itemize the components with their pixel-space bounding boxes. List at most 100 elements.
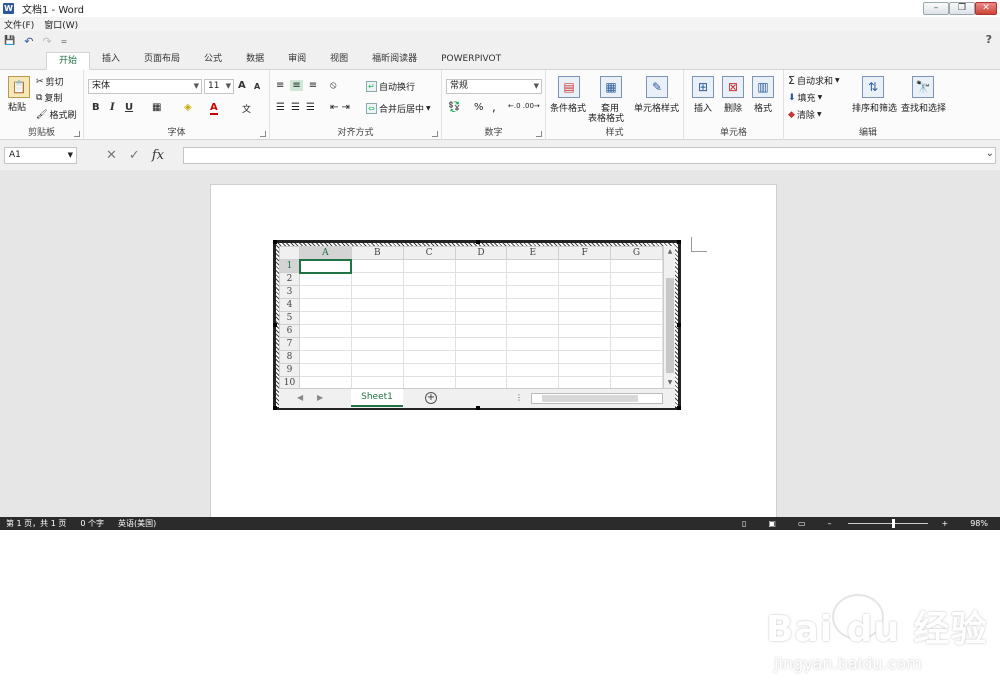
cell[interactable] [506,272,560,286]
web-layout-icon[interactable]: ▭ [798,519,806,528]
insert-cells-icon[interactable]: ⊞ [692,76,714,98]
language-indicator[interactable]: 英语(美国) [118,518,156,529]
column-header[interactable]: F [558,246,612,260]
insert-function-icon[interactable]: fx [152,148,164,163]
cell[interactable] [506,324,560,338]
cell[interactable] [402,272,456,286]
cell[interactable] [299,337,352,351]
cell[interactable] [506,337,560,351]
cell[interactable] [610,272,663,286]
cell[interactable] [299,324,352,338]
name-box[interactable]: A1 ▼ [4,147,77,164]
cell[interactable] [558,337,612,351]
orientation-icon[interactable]: ⦸ [330,80,337,91]
read-mode-icon[interactable]: ▯ [742,519,746,528]
cell-styles-button[interactable]: 单元格样式 [634,101,679,114]
decimal-icons[interactable]: ←.0 .00→ [508,102,540,110]
save-icon[interactable]: 💾 [4,36,15,46]
column-header[interactable]: G [610,246,663,260]
resize-handle[interactable] [273,240,277,244]
cell[interactable] [558,350,612,364]
font-size-select[interactable]: 11 ▼ [204,79,234,94]
cell[interactable] [610,311,663,325]
word-count[interactable]: 0 个字 [80,518,104,529]
number-launcher-icon[interactable] [536,131,542,137]
sort-filter-button[interactable]: 排序和筛选 [852,101,897,114]
resize-handle[interactable] [476,406,480,410]
autosum-button[interactable]: Σ 自动求和 ▼ [788,74,840,87]
row-header[interactable]: 9 [279,363,300,377]
column-header[interactable]: B [350,246,404,260]
cell[interactable] [610,350,663,364]
find-select-button[interactable]: 查找和选择 [901,101,946,114]
row-header[interactable]: 5 [279,311,300,325]
shrink-font-button[interactable]: A [254,82,260,91]
cell[interactable] [402,285,456,299]
zoom-in-button[interactable]: + [942,519,949,528]
alignment-launcher-icon[interactable] [432,131,438,137]
cell[interactable] [506,311,560,325]
phonetic-icon[interactable]: 文 [242,102,251,115]
cell[interactable] [506,259,560,273]
tab-formulas[interactable]: 公式 [192,51,234,69]
customize-qat-icon[interactable]: = [61,37,68,46]
row-header[interactable]: 7 [279,337,300,351]
close-button[interactable]: ✕ [975,2,997,15]
table-format-label-2[interactable]: 表格格式 [588,111,624,124]
embedded-worksheet[interactable]: A B C D E F G 1 2 3 4 5 6 7 8 9 10 ▲ ▼ ◀… [273,240,681,410]
cell[interactable] [610,298,663,312]
cell[interactable] [402,363,456,377]
select-all-corner[interactable] [279,246,300,260]
tab-review[interactable]: 审阅 [276,51,318,69]
prev-sheet-icon[interactable]: ◀ [297,393,303,402]
horizontal-scrollbar[interactable] [531,393,663,404]
tab-data[interactable]: 数据 [234,51,276,69]
redo-icon[interactable]: ↷ [42,35,51,48]
horizontal-align-icons[interactable]: ☰ ☰ ☰ [276,102,315,113]
zoom-slider[interactable] [847,519,928,528]
row-header[interactable]: 8 [279,350,300,364]
cell[interactable] [299,272,352,286]
cell[interactable] [350,298,404,312]
tab-insert[interactable]: 插入 [90,51,132,69]
cell[interactable] [558,311,612,325]
cell[interactable] [454,324,508,338]
cell[interactable] [610,324,663,338]
tab-page-layout[interactable]: 页面布局 [132,51,192,69]
cell[interactable] [506,363,560,377]
copy-button[interactable]: ⧉ 复制 [36,91,62,105]
resize-handle[interactable] [677,323,681,327]
cancel-icon[interactable]: ✕ [106,148,117,163]
cell[interactable] [506,350,560,364]
cell[interactable] [454,337,508,351]
indent-icons[interactable]: ⇤ ⇥ [330,102,350,113]
print-layout-icon[interactable]: ▣ [768,519,776,528]
underline-button[interactable]: U [125,102,133,113]
delete-cells-button[interactable]: 删除 [724,101,742,114]
cell[interactable] [558,298,612,312]
resize-handle[interactable] [677,240,681,244]
cell[interactable] [610,363,663,377]
cell[interactable] [299,363,352,377]
cell[interactable] [299,311,352,325]
minimize-button[interactable]: – [923,2,949,15]
cell[interactable] [558,363,612,377]
formula-input[interactable] [183,147,996,164]
resize-handle[interactable] [273,323,277,327]
enter-icon[interactable]: ✓ [129,148,140,163]
paste-icon[interactable]: 📋 [8,76,30,98]
cell[interactable] [610,285,663,299]
italic-button[interactable]: I [110,102,115,113]
column-header[interactable]: C [402,246,456,260]
cell[interactable] [558,324,612,338]
clipboard-launcher-icon[interactable] [74,131,80,137]
next-sheet-icon[interactable]: ▶ [317,393,323,402]
paste-button[interactable]: 粘贴 [8,100,26,113]
cell[interactable] [299,285,352,299]
format-painter-button[interactable]: 🖌 格式刷 [36,108,76,122]
cell[interactable] [558,259,612,273]
tab-powerpivot[interactable]: POWERPIVOT [429,51,513,69]
conditional-format-button[interactable]: 条件格式 [550,101,586,114]
menu-window[interactable]: 窗口(W) [44,18,78,31]
zoom-level[interactable]: 98% [970,519,988,528]
